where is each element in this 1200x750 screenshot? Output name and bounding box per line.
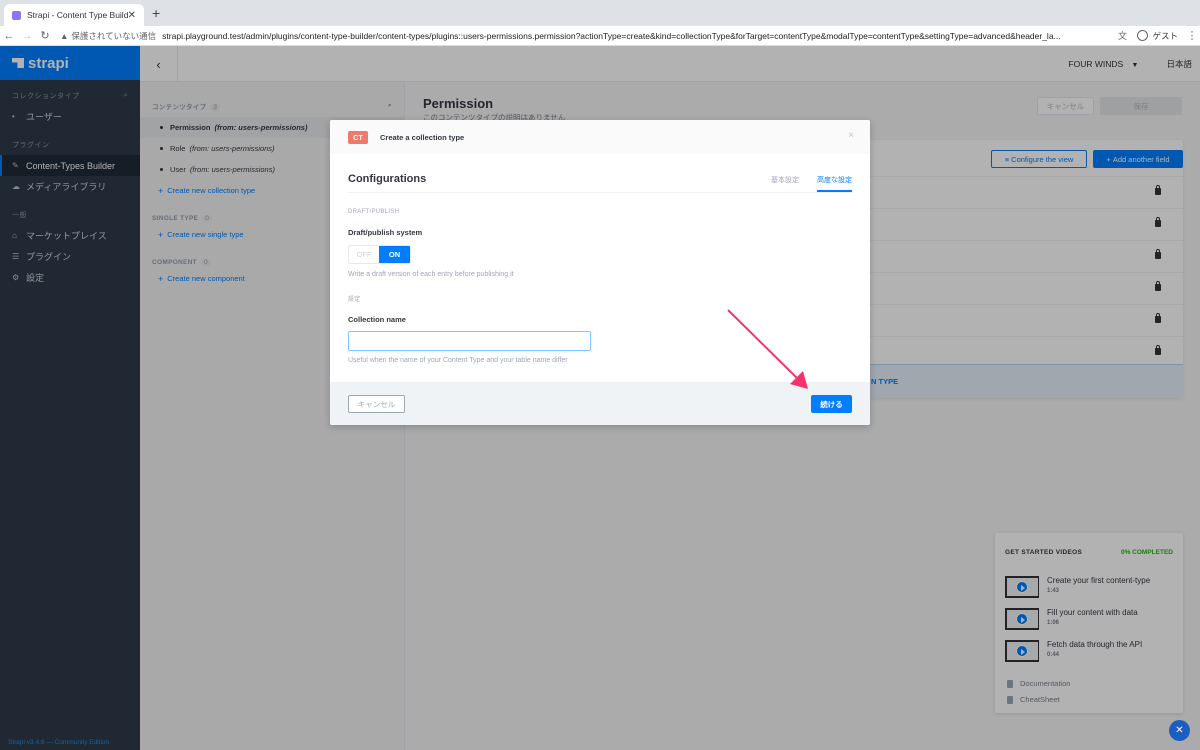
profile-button[interactable]: ゲスト	[1137, 30, 1178, 42]
warning-icon: ▲	[60, 30, 69, 41]
profile-avatar-icon	[1137, 30, 1149, 41]
strapi-favicon-icon	[12, 10, 21, 20]
tab-close-icon[interactable]: ✕	[128, 10, 136, 21]
close-icon[interactable]: ×	[848, 130, 854, 141]
draft-publish-label: Draft/publish system	[348, 228, 423, 237]
reload-icon[interactable]: ↻	[36, 29, 54, 42]
toggle-off[interactable]: OFF	[349, 246, 379, 263]
tab-advanced-settings[interactable]: 高度な設定	[817, 175, 852, 192]
modal-footer: キャンセル 続ける	[330, 382, 870, 425]
ct-badge: CT	[348, 130, 368, 144]
modal-header: CT Create a collection type ×	[330, 120, 870, 154]
modal-tabs: 基本設定 高度な設定	[753, 175, 852, 192]
modal-cancel-button[interactable]: キャンセル	[348, 395, 405, 413]
browser-toolbar: ← → ↻ ▲ 保護されていない通信 strapi.playground.tes…	[0, 26, 1200, 46]
browser-tab[interactable]: Strapi - Content Type Builder ✕	[4, 4, 144, 26]
address-bar[interactable]: ▲ 保護されていない通信 strapi.playground.test/admi…	[60, 27, 1113, 45]
profile-label: ゲスト	[1152, 30, 1178, 41]
toggle-on[interactable]: ON	[379, 246, 410, 263]
close-icon: ✕	[1175, 725, 1184, 736]
back-icon[interactable]: ←	[0, 30, 18, 42]
url-text: strapi.playground.test/admin/plugins/con…	[162, 30, 1061, 41]
new-tab-button[interactable]: +	[152, 5, 160, 21]
configurations-title: Configurations	[348, 173, 427, 185]
collection-name-input[interactable]	[348, 331, 591, 351]
translate-icon[interactable]: 文	[1113, 29, 1131, 42]
collection-name-hint: Useful when the name of your Content Typ…	[348, 357, 568, 364]
tab-title: Strapi - Content Type Builder	[27, 10, 128, 20]
help-close-button[interactable]: ✕	[1169, 720, 1190, 741]
tab-basic-settings[interactable]: 基本設定	[771, 175, 799, 192]
draft-publish-hint: Write a draft version of each entry befo…	[348, 271, 514, 278]
security-label: 保護されていない通信	[71, 30, 157, 41]
create-collection-modal: CT Create a collection type × Configurat…	[330, 120, 870, 425]
browser-tabbar: Strapi - Content Type Builder ✕ +	[0, 0, 1200, 26]
draft-publish-section-label: DRAFT/PUBLISH	[348, 209, 400, 215]
collection-name-label: Collection name	[348, 315, 406, 324]
modal-title: Create a collection type	[380, 132, 465, 142]
divider	[348, 192, 852, 193]
forward-icon[interactable]: →	[18, 30, 36, 42]
browser-menu-icon[interactable]: ⋮	[1184, 29, 1200, 42]
continue-button[interactable]: 続ける	[811, 395, 852, 413]
settings-section-label: 設定	[348, 297, 361, 303]
draft-publish-toggle[interactable]: OFF ON	[348, 245, 411, 264]
